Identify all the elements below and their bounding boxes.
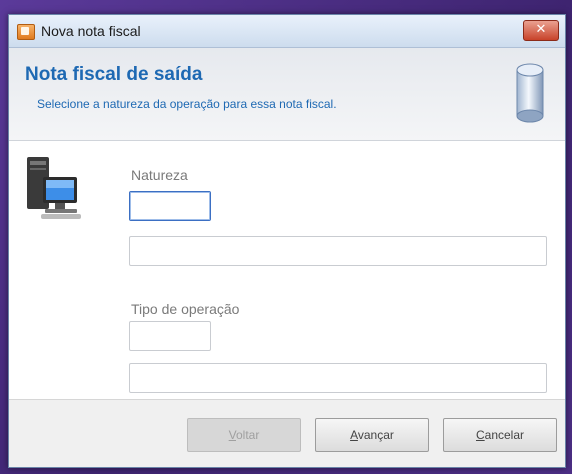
dialog-window: Nova nota fiscal ✕ Nota fiscal de saída … — [8, 14, 566, 468]
tipo-operacao-description-field[interactable] — [129, 363, 547, 393]
next-label: vançar — [357, 428, 394, 442]
desktop-background: Nova nota fiscal ✕ Nota fiscal de saída … — [0, 0, 572, 474]
title-bar[interactable]: Nova nota fiscal ✕ — [9, 15, 565, 48]
close-button[interactable]: ✕ — [523, 20, 559, 41]
computer-icon — [27, 157, 81, 219]
wizard-footer: Voltar Avançar Cancelar — [9, 399, 565, 467]
header-title: Nota fiscal de saída — [25, 64, 203, 85]
close-icon: ✕ — [535, 22, 547, 37]
natureza-description-field[interactable] — [129, 236, 547, 266]
next-button[interactable]: Avançar — [315, 418, 429, 452]
database-icon — [516, 63, 544, 123]
natureza-code-input[interactable] — [129, 191, 211, 221]
back-label: oltar — [236, 428, 260, 442]
tipo-operacao-label: Tipo de operação — [131, 301, 240, 317]
next-mnemonic: A — [350, 428, 358, 442]
wizard-body: Natureza Tipo de operação — [9, 141, 565, 399]
app-icon — [17, 24, 35, 40]
cancel-button[interactable]: Cancelar — [443, 418, 557, 452]
cancel-mnemonic: C — [475, 428, 485, 442]
back-mnemonic: V — [228, 428, 236, 442]
cancel-label: ancelar — [484, 428, 525, 442]
back-button[interactable]: Voltar — [187, 418, 301, 452]
tipo-operacao-code-input[interactable] — [129, 321, 211, 351]
natureza-label: Natureza — [131, 167, 188, 183]
wizard-header: Nota fiscal de saída Selecione a naturez… — [9, 48, 565, 141]
window-title: Nova nota fiscal — [41, 23, 141, 39]
header-subtitle: Selecione a natureza da operação para es… — [37, 97, 337, 111]
